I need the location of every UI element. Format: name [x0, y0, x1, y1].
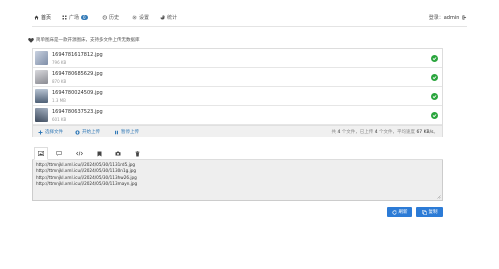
history-icon [102, 15, 107, 20]
stats-uploaded: 4 [374, 130, 378, 135]
success-check-icon [431, 74, 438, 81]
markdown-icon [97, 151, 101, 156]
nav-square-label: 广场 [69, 15, 80, 21]
upload-toolbar: 选择文件 开始上传 暂停上传 共 4 个文件，已上传 4 个文件，平均速度 67… [33, 125, 442, 137]
tab-camera-link[interactable] [111, 147, 125, 160]
file-thumbnail [35, 70, 48, 84]
file-row: 1694780024509.jpg 1.3 MB [33, 87, 442, 106]
copy-button[interactable]: 复制 [416, 207, 443, 217]
copy-icon [421, 209, 427, 215]
file-thumbnail [35, 89, 48, 103]
image-url-line: http://ttmnjkl.xml.icu/i/2024/05/30/113m… [36, 181, 138, 187]
refresh-button[interactable]: 刷新 [387, 207, 412, 217]
start-upload-button[interactable]: 开始上传 [75, 129, 100, 135]
stats-speed: 67 KB/s [416, 130, 434, 135]
username-link[interactable]: admin [444, 15, 460, 21]
user-info: 登录：admin [429, 14, 467, 21]
nav-stats[interactable]: 统计 [160, 14, 177, 21]
trash-icon [135, 150, 139, 156]
nav-home[interactable]: 首页 [34, 14, 51, 21]
comment-icon [56, 151, 62, 156]
file-row: 1694780685629.jpg 870 KB [33, 68, 442, 87]
notice-text: 简单图床是一款开源图床，支持多文件上传无数据库 [36, 38, 140, 43]
link-format-tabs [32, 146, 443, 160]
nav-settings-label: 设置 [139, 15, 150, 21]
home-icon [34, 15, 39, 20]
pause-upload-button[interactable]: 暂停上传 [114, 129, 139, 135]
links-textarea[interactable]: http://ttmnjkl.xml.icu/i/2024/05/30/1131… [32, 160, 443, 201]
stats-total: 4 [337, 130, 341, 135]
resize-handle-icon[interactable] [437, 195, 441, 199]
select-files-label: 选择文件 [45, 130, 63, 135]
file-row: 1694781617812.jpg 796 KB [33, 49, 442, 68]
file-size: 870 KB [52, 79, 67, 84]
top-navbar: 首页 广场 0 历史 设置 统计 登录：admin [32, 8, 467, 27]
copy-label: 复制 [428, 210, 438, 215]
stats-text-1: 共 [331, 130, 337, 135]
success-check-icon [431, 55, 438, 62]
file-thumbnail [35, 108, 48, 122]
refresh-icon [391, 209, 397, 215]
file-size: 601 KB [52, 117, 67, 122]
pause-icon [115, 130, 118, 134]
stats-text-3: 个文件，平均速度 [379, 130, 415, 135]
chart-icon [160, 15, 165, 20]
logout-icon[interactable] [462, 15, 467, 20]
nav-history-label: 历史 [109, 15, 120, 21]
login-prefix: 登录： [428, 15, 444, 21]
tab-image-link[interactable] [34, 147, 48, 160]
grid-icon [62, 15, 67, 20]
nav-settings[interactable]: 设置 [132, 14, 149, 21]
image-icon [38, 151, 44, 156]
file-row: 1694780637523.jpg 601 KB [33, 106, 442, 125]
stats-text-2: 个文件，已上传 [341, 130, 374, 135]
success-check-icon [431, 93, 438, 100]
upload-file-list: 1694781617812.jpg 796 KB 1694780685629.j… [32, 48, 443, 137]
success-check-icon [431, 112, 438, 119]
file-name: 1694780024509.jpg [52, 90, 103, 96]
stats-text-4: 。 [433, 130, 439, 135]
notice-bar: 简单图床是一款开源图床，支持多文件上传无数据库 [28, 37, 140, 43]
tab-delete[interactable] [130, 147, 144, 160]
file-name: 1694781617812.jpg [52, 52, 103, 58]
heart-icon [28, 37, 34, 43]
tab-comment-link[interactable] [52, 147, 66, 160]
plus-icon [38, 130, 43, 134]
camera-icon [115, 151, 121, 156]
square-count-badge: 0 [81, 15, 88, 20]
tab-markdown-link[interactable] [92, 147, 106, 160]
tab-code-link[interactable] [72, 147, 86, 160]
start-upload-label: 开始上传 [82, 130, 100, 135]
code-icon [75, 151, 83, 156]
nav-home-label: 首页 [41, 15, 52, 21]
file-thumbnail [35, 51, 48, 65]
file-name: 1694780637523.jpg [52, 109, 103, 115]
refresh-label: 刷新 [398, 210, 408, 215]
nav-stats-label: 统计 [167, 15, 178, 21]
select-files-button[interactable]: 选择文件 [38, 129, 63, 135]
file-size: 1.3 MB [52, 98, 66, 103]
upload-stats: 共 4 个文件，已上传 4 个文件，平均速度 67 KB/s。 [332, 129, 439, 135]
file-name: 1694780685629.jpg [52, 71, 103, 77]
nav-square[interactable]: 广场 0 [62, 14, 88, 21]
gear-icon [132, 15, 137, 20]
file-size: 796 KB [52, 60, 67, 65]
nav-history[interactable]: 历史 [102, 14, 119, 21]
pause-upload-label: 暂停上传 [121, 130, 139, 135]
upload-icon [75, 129, 80, 135]
